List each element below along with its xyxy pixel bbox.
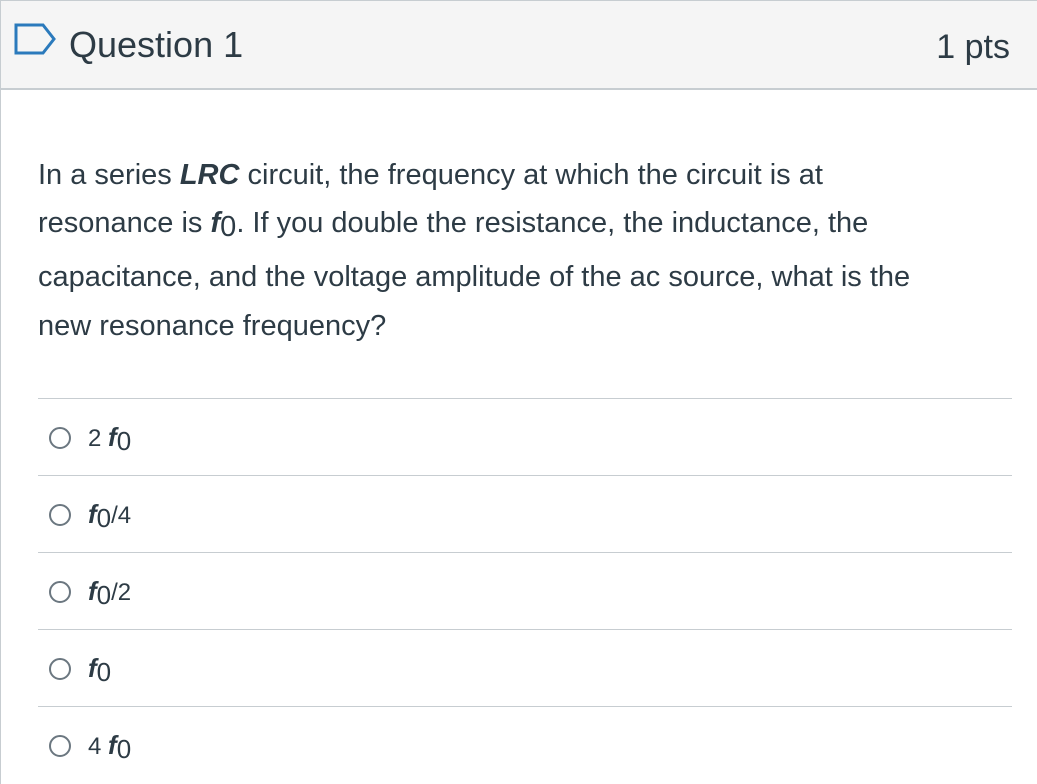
quiz-question: Question 1 1 pts In a series LRC circuit… bbox=[0, 0, 1037, 784]
f-symbol: f bbox=[108, 730, 117, 760]
answer-label[interactable]: f0/4 bbox=[88, 498, 132, 533]
lrc-emphasis: LRC bbox=[179, 159, 240, 191]
flag-question-icon[interactable] bbox=[13, 22, 57, 56]
radio-button[interactable] bbox=[49, 427, 71, 449]
answer-option[interactable]: f0/2 bbox=[38, 552, 1012, 629]
answer-option[interactable]: f0 bbox=[38, 629, 1012, 706]
question-line-4: new resonance frequency? bbox=[38, 310, 387, 342]
question-line-3: capacitance, and the voltage amplitude o… bbox=[38, 261, 911, 293]
radio-button[interactable] bbox=[49, 581, 71, 603]
f-symbol: f bbox=[88, 576, 97, 606]
answer-suffix: /2 bbox=[111, 579, 132, 606]
answer-label[interactable]: 2 f0 bbox=[88, 421, 132, 456]
answer-suffix: /4 bbox=[111, 502, 132, 529]
zero-subscript: 0 bbox=[116, 426, 132, 456]
answer-label[interactable]: f0/2 bbox=[88, 575, 132, 610]
f-symbol: f bbox=[210, 207, 221, 239]
question-points: 1 pts bbox=[936, 28, 1010, 66]
question-line-1: In a series LRC circuit, the frequency a… bbox=[38, 151, 998, 199]
answer-option[interactable]: 2 f0 bbox=[38, 398, 1012, 475]
answer-prefix: 4 bbox=[88, 733, 109, 760]
zero-subscript: 0 bbox=[96, 580, 112, 610]
f-symbol: f bbox=[108, 422, 117, 452]
zero-subscript: 0 bbox=[96, 503, 112, 533]
question-title: Question 1 bbox=[69, 24, 244, 65]
answer-option[interactable]: f0/4 bbox=[38, 475, 1012, 552]
question-text: In a series LRC circuit, the frequency a… bbox=[38, 151, 998, 345]
question-header: Question 1 1 pts bbox=[1, 1, 1037, 90]
answer-label[interactable]: 4 f0 bbox=[88, 729, 132, 764]
answer-prefix: 2 bbox=[88, 425, 109, 452]
zero-subscript: 0 bbox=[96, 657, 112, 687]
answer-label[interactable]: f0 bbox=[88, 652, 112, 687]
text-segment: circuit, the frequency at which the circ… bbox=[239, 159, 823, 191]
f-symbol: f bbox=[88, 499, 97, 529]
f-symbol: f bbox=[88, 653, 97, 683]
text-segment: In a series bbox=[38, 159, 180, 191]
radio-button[interactable] bbox=[49, 658, 71, 680]
zero-subscript: 0 bbox=[116, 734, 132, 764]
zero-subscript: 0 bbox=[220, 211, 237, 243]
question-line-2: resonance is f0. If you double the resis… bbox=[38, 199, 998, 247]
answer-option[interactable]: 4 f0 bbox=[38, 706, 1012, 783]
radio-button[interactable] bbox=[49, 504, 71, 526]
text-segment: resonance is bbox=[38, 207, 211, 239]
text-segment: . If you double the resistance, the indu… bbox=[236, 207, 869, 239]
answer-list: 2 f0 f0/4 f0/2 f0 4 f0 bbox=[38, 398, 1012, 783]
radio-button[interactable] bbox=[49, 735, 71, 757]
